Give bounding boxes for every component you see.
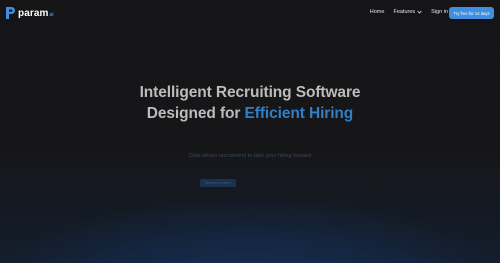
brand-suffix: ai bbox=[49, 11, 54, 18]
schedule-demo-button[interactable]: Schedule a demo bbox=[200, 179, 236, 187]
hero-title-line2: Designed for Efficient Hiring bbox=[0, 103, 500, 124]
nav-home-link[interactable]: Home bbox=[370, 9, 385, 15]
nav-links: Home Features Sign in bbox=[370, 9, 448, 15]
brand-name: param bbox=[18, 7, 49, 19]
top-navbar: param ai Home Features Sign in Try free … bbox=[0, 0, 500, 26]
hero-title-line2-prefix: Designed for bbox=[146, 105, 245, 122]
hero-title: Intelligent Recruiting Software Designed… bbox=[0, 82, 500, 124]
nav-features-dropdown[interactable]: Features bbox=[393, 9, 422, 15]
landing-page: param ai Home Features Sign in Try free … bbox=[0, 0, 500, 263]
try-free-button[interactable]: Try free for 14 days bbox=[449, 7, 494, 19]
param-logo-icon bbox=[6, 7, 15, 19]
chevron-down-icon bbox=[417, 10, 422, 14]
hero-title-accent: Efficient Hiring bbox=[244, 105, 354, 122]
brand-logo[interactable]: param ai bbox=[6, 7, 54, 19]
hero-title-line1: Intelligent Recruiting Software bbox=[139, 84, 361, 101]
nav-signin-link[interactable]: Sign in bbox=[431, 9, 448, 15]
nav-features-label: Features bbox=[393, 9, 416, 15]
hero-subtitle: Data-driven recruitment to take your hir… bbox=[188, 153, 312, 159]
